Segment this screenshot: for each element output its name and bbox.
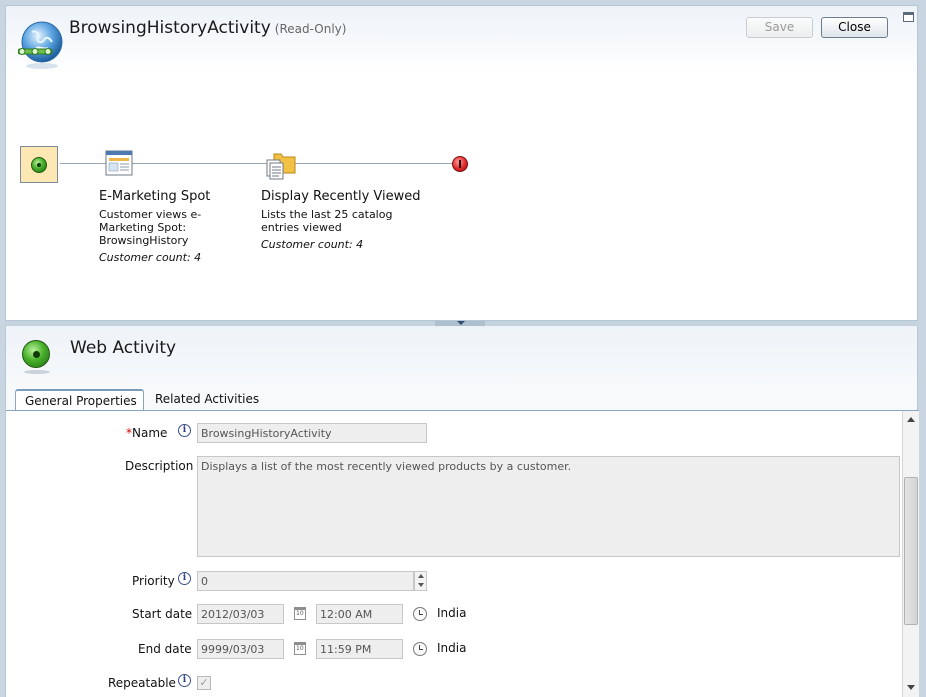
node-description: Customer views e-Marketing Spot: Browsin… (99, 208, 202, 247)
scroll-down-icon[interactable] (907, 685, 915, 690)
display-recently-viewed-icon[interactable] (264, 151, 296, 181)
repeatable-checkbox[interactable]: ✓ (197, 676, 211, 690)
flow-panel: BrowsingHistoryActivity (Read-Only) Save … (5, 5, 918, 321)
close-button[interactable]: Close (821, 17, 888, 38)
end-timezone: India (437, 641, 467, 655)
start-node[interactable] (20, 146, 58, 183)
properties-panel: Web Activity General Properties Related … (5, 326, 919, 697)
start-date-field[interactable]: 2012/03/03 (197, 604, 284, 624)
node-title[interactable]: Display Recently Viewed (261, 189, 421, 204)
name-label-text: Name (132, 426, 168, 440)
tab-related-activities[interactable]: Related Activities (146, 389, 268, 411)
node-description: Lists the last 25 catalog entries viewed (261, 208, 393, 234)
scroll-thumb[interactable] (904, 477, 918, 625)
activity-name: BrowsingHistoryActivity (69, 18, 271, 38)
node-customer-count: Customer count: 4 (261, 238, 364, 251)
info-icon[interactable]: i (178, 674, 191, 687)
name-field[interactable]: BrowsingHistoryActivity (197, 423, 427, 443)
read-only-status: (Read-Only) (274, 22, 347, 36)
web-activity-dot (22, 340, 50, 368)
priority-label: Priority (132, 574, 175, 588)
spinner-down-icon[interactable] (418, 583, 424, 587)
scroll-up-icon[interactable] (907, 417, 915, 422)
description-label: Description (125, 459, 194, 473)
clock-icon[interactable] (413, 607, 427, 621)
start-date-label: Start date (132, 607, 193, 621)
priority-field[interactable]: 0 (197, 571, 414, 591)
node-title[interactable]: E-Marketing Spot (99, 189, 210, 204)
end-date-field[interactable]: 9999/03/03 (197, 639, 284, 659)
calendar-icon[interactable] (294, 642, 306, 655)
collapse-arrow-icon[interactable] (457, 321, 465, 325)
save-button[interactable]: Save (746, 17, 813, 38)
web-activity-icon (20, 338, 52, 374)
activity-globe-icon (17, 20, 66, 72)
calendar-icon[interactable] (294, 607, 306, 620)
info-icon[interactable]: i (178, 572, 191, 585)
maximize-icon[interactable] (903, 12, 914, 22)
node-customer-count: Customer count: 4 (99, 251, 202, 264)
start-timezone: India (437, 606, 467, 620)
end-time-field[interactable]: 11:59 PM (316, 639, 403, 659)
repeatable-label: Repeatable (108, 676, 176, 690)
tab-general-properties[interactable]: General Properties (15, 389, 144, 411)
start-icon (31, 157, 47, 173)
start-time-field[interactable]: 12:00 AM (316, 604, 403, 624)
spinner-up-icon[interactable] (418, 574, 424, 578)
priority-spinner[interactable] (414, 571, 427, 591)
info-icon[interactable]: i (178, 424, 191, 437)
description-field[interactable]: Displays a list of the most recently vie… (197, 456, 900, 557)
panel-title: Web Activity (70, 338, 177, 358)
general-properties-form: *Name i BrowsingHistoryActivity Descript… (6, 411, 903, 697)
end-date-label: End date (138, 642, 192, 656)
icon-shadow (24, 370, 50, 374)
name-label: *Name (126, 426, 167, 440)
clock-icon[interactable] (413, 642, 427, 656)
end-node-icon[interactable] (452, 156, 468, 172)
page-title: BrowsingHistoryActivity (Read-Only) (69, 18, 346, 38)
e-marketing-spot-icon[interactable] (105, 149, 133, 177)
vertical-scrollbar[interactable] (902, 411, 919, 697)
app-window: BrowsingHistoryActivity (Read-Only) Save … (0, 0, 926, 697)
